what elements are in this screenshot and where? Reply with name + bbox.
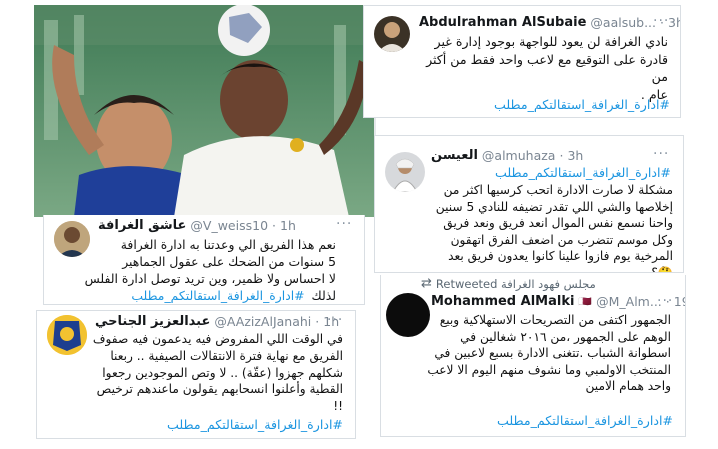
tweet-line: واحنا نسمع نفس الموال انعد فريق ونعد فري… <box>443 216 673 230</box>
tweet-line: واحد همام الامين <box>585 379 671 393</box>
more-options-icon[interactable]: ··· <box>336 217 352 231</box>
tweet-text: في الوقت اللي المفروض فيه يدعمون فيه صفو… <box>53 331 343 415</box>
tweet-line: 5 سنوات من الضحك على عقول الجماهير <box>122 254 336 269</box>
football-photo <box>34 5 376 217</box>
more-options-icon[interactable]: ··· <box>653 14 669 28</box>
tweet-time[interactable]: 3h <box>567 148 583 163</box>
tweet-text: نعم هذا الفريق الي وعدتنا به ادارة الغرا… <box>66 236 336 287</box>
tweet-text: الجمهور اكتفى من التصريحات الاستهلاكية و… <box>421 312 671 395</box>
author-handle[interactable]: @V_weiss10 <box>190 218 268 233</box>
tweet-line: لا احساس ولا ظمير، وين تريد توصل ادارة ا… <box>84 271 336 286</box>
tweet-line: المرخية يوم فازوا علينا كانوا يعدون فريق… <box>448 249 673 273</box>
author-name[interactable]: Abdulrahman AlSubaie <box>419 15 586 30</box>
more-options-icon[interactable]: ··· <box>653 147 669 161</box>
tweet-line: اسطوانة الشباب .تتغنى الادارة بسبع لاعبي… <box>434 346 671 360</box>
author-name[interactable]: العيسن <box>431 148 478 163</box>
tweet-line: نعم هذا الفريق الي وعدتنا به ادارة الغرا… <box>120 237 336 252</box>
tweet-line: مشكلة لا صارت الادارة اتحب كرسيها اكثر م… <box>443 183 673 197</box>
avatar[interactable] <box>374 16 410 52</box>
hashtag-link[interactable]: #ادارة_الغرافة_استقالتكم_مطلب <box>167 417 343 432</box>
hashtag-link[interactable]: #ادارة_الغرافة_استقالتكم_مطلب <box>497 413 673 428</box>
avatar[interactable] <box>385 152 425 192</box>
tweet-line: قادرة على التوقيع مع لاعب واحد فقط من أك… <box>426 51 668 85</box>
tweet-line: الوهم على الجمهور ،من ٢٠١٦ شغالين في <box>460 329 671 344</box>
author-name[interactable]: عبدالعزيز الجناحي <box>95 314 210 329</box>
tweet-card-v-weiss10[interactable]: عاشق الغرافة @V_weiss10 · 1h ··· نعم هذا… <box>43 215 365 305</box>
tweet-header: Mohammed AlMalki 🇶🇦 @M_Alm... · 19h <box>431 294 685 309</box>
tweet-line: الفريق مع نهاية فترة الانتقالات الصيفية … <box>110 348 343 363</box>
tweet-card-alsubaie[interactable]: Abdulrahman AlSubaie @aalsub... · 3h ···… <box>363 5 681 118</box>
tweet-header: Abdulrahman AlSubaie @aalsub... · 3h <box>419 15 680 30</box>
tweet-text: نادي الغرافة لن يعود للواجهة بوجود إدارة… <box>418 33 668 103</box>
author-handle[interactable]: @aalsub... <box>590 15 656 30</box>
tweet-last-line: لذلك #ادارة_الغرافة_استقالتكم_مطلب <box>131 288 336 303</box>
flag-icon: 🇶🇦 <box>578 295 593 308</box>
tweet-header: عبدالعزيز الجناحي @AAzizAlJanahi · 1h <box>95 314 339 329</box>
more-options-icon[interactable]: ··· <box>327 313 343 327</box>
tweet-line: نادي الغرافة لن يعود للواجهة بوجود إدارة… <box>434 34 668 49</box>
separator-dot: · <box>272 218 277 233</box>
author-name[interactable]: Mohammed AlMalki <box>431 294 574 309</box>
tweet-card-aazizaljanahi[interactable]: عبدالعزيز الجناحي @AAzizAlJanahi · 1h ··… <box>36 310 356 439</box>
tweet-card-almalki[interactable]: ⇄ مجلس فهود الغرافة Retweeted Mohammed A… <box>380 275 686 437</box>
author-handle[interactable]: @almuhaza <box>482 148 556 163</box>
more-options-icon[interactable]: ··· <box>657 294 673 308</box>
hashtag-link[interactable]: #ادارة_الغرافة_استقالتكم_مطلب <box>495 165 671 180</box>
tweet-time[interactable]: 19h <box>674 294 685 309</box>
tweet-header: عاشق الغرافة @V_weiss10 · 1h <box>98 218 296 233</box>
tweet-card-almuhaza[interactable]: العيسن @almuhaza · 3h ··· #ادارة_الغرافة… <box>374 135 684 273</box>
tweet-time[interactable]: 3h <box>668 15 680 30</box>
retweet-label[interactable]: مجلس فهود الغرافة Retweeted <box>436 277 596 291</box>
retweet-indicator: ⇄ مجلس فهود الغرافة Retweeted <box>421 276 596 291</box>
tweet-line: وكل موسم تتضرب من اضعف الفرق اتهقون <box>450 232 673 247</box>
tweet-header: العيسن @almuhaza · 3h <box>431 148 583 163</box>
tweet-line: القطية وأعلنوا انسحابهم يقولون ماعندهم ت… <box>96 382 343 397</box>
separator-dot: · <box>559 148 564 163</box>
author-handle[interactable]: @M_Alm... <box>596 294 662 309</box>
tweet-line: في الوقت اللي المفروض فيه يدعمون فيه صفو… <box>92 332 343 346</box>
author-name[interactable]: عاشق الغرافة <box>98 218 186 233</box>
retweet-icon: ⇄ <box>421 276 432 291</box>
tweet-text-prefix: لذلك <box>311 288 337 303</box>
tweet-line: المنتخب الاولمبي وما نشوف منهم اليوم الا… <box>427 362 671 377</box>
tweet-line: شكلهم جهزوا (عقّة) .. لا وتص الموجودين ر… <box>102 365 343 380</box>
tweet-line: !! <box>333 399 343 414</box>
author-handle[interactable]: @AAzizAlJanahi <box>214 314 311 329</box>
hashtag-link[interactable]: #ادارة_الغرافة_استقالتكم_مطلب <box>494 97 670 112</box>
tweet-line: إخلاصها والشي اللي تقدر تضيفه للنادي 5 س… <box>435 199 673 214</box>
hashtag-link[interactable]: #ادارة_الغرافة_استقالتكم_مطلب <box>131 288 304 303</box>
tweet-text: مشكلة لا صارت الادارة اتحب كرسيها اكثر م… <box>423 182 673 273</box>
tweet-line: الجمهور اكتفى من التصريحات الاستهلاكية و… <box>439 313 671 327</box>
separator-dot: · <box>315 314 320 329</box>
tweet-time[interactable]: 1h <box>280 218 296 233</box>
